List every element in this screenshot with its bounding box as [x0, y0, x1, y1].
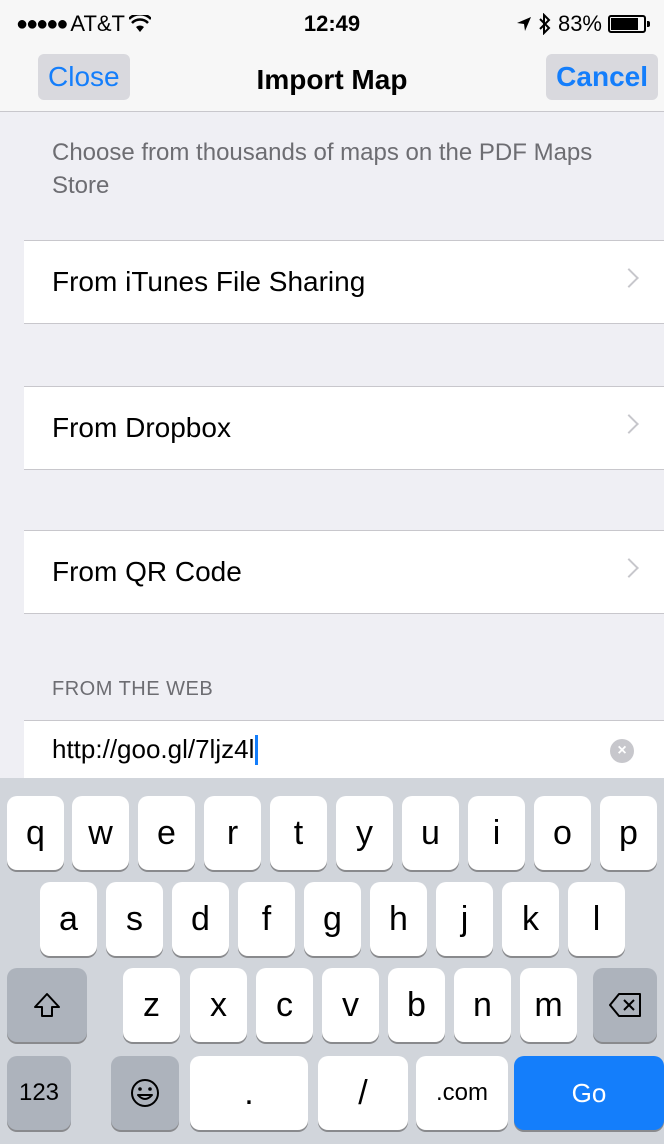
shift-key[interactable]	[7, 968, 87, 1042]
key-o[interactable]: o	[534, 796, 591, 870]
key-u[interactable]: u	[402, 796, 459, 870]
key-k[interactable]: k	[502, 882, 559, 956]
key-l[interactable]: l	[568, 882, 625, 956]
key-g[interactable]: g	[304, 882, 361, 956]
key-i[interactable]: i	[468, 796, 525, 870]
key-q[interactable]: q	[7, 796, 64, 870]
key-m[interactable]: m	[520, 968, 577, 1042]
key-z[interactable]: z	[123, 968, 180, 1042]
itunes-file-sharing-row[interactable]: From iTunes File Sharing	[24, 240, 664, 324]
status-right: 83%	[516, 11, 650, 37]
navigation-bar: Close Import Map Cancel	[0, 44, 664, 112]
row-label: From Dropbox	[52, 412, 231, 443]
key-b[interactable]: b	[388, 968, 445, 1042]
delete-key[interactable]	[593, 968, 657, 1042]
key-s[interactable]: s	[106, 882, 163, 956]
keyboard: q w e r t y u i o p a s d f g h j k l z …	[0, 778, 664, 1144]
web-section-header: FROM THE WEB	[52, 678, 214, 700]
slash-key[interactable]: /	[318, 1056, 408, 1130]
key-p[interactable]: p	[600, 796, 657, 870]
clear-circle-icon[interactable]: ×	[610, 739, 634, 763]
dropbox-row[interactable]: From Dropbox	[24, 386, 664, 470]
url-input[interactable]: http://goo.gl/7ljz4l	[52, 734, 254, 765]
key-a[interactable]: a	[40, 882, 97, 956]
cancel-button[interactable]: Cancel	[546, 54, 658, 100]
key-n[interactable]: n	[454, 968, 511, 1042]
qr-code-row[interactable]: From QR Code	[24, 530, 664, 614]
location-arrow-icon	[516, 17, 531, 31]
key-x[interactable]: x	[190, 968, 247, 1042]
row-label: From iTunes File Sharing	[52, 266, 366, 297]
key-y[interactable]: y	[336, 796, 393, 870]
key-d[interactable]: d	[172, 882, 229, 956]
key-c[interactable]: c	[256, 968, 313, 1042]
battery-icon	[608, 15, 650, 33]
emoji-icon	[131, 1079, 159, 1107]
key-e[interactable]: e	[138, 796, 195, 870]
key-h[interactable]: h	[370, 882, 427, 956]
row-label: From QR Code	[52, 556, 242, 587]
key-t[interactable]: t	[270, 796, 327, 870]
key-j[interactable]: j	[436, 882, 493, 956]
chevron-right-icon	[619, 558, 639, 578]
text-cursor	[255, 734, 259, 765]
key-v[interactable]: v	[322, 968, 379, 1042]
go-button[interactable]: Go	[514, 1056, 664, 1130]
dotcom-key[interactable]: .com	[416, 1056, 508, 1130]
delete-icon	[609, 993, 641, 1017]
store-note[interactable]: Choose from thousands of maps on the PDF…	[52, 136, 612, 202]
battery-percent: 83%	[557, 11, 602, 36]
emoji-key[interactable]	[111, 1056, 179, 1130]
period-key[interactable]: .	[190, 1056, 308, 1130]
numbers-key[interactable]: 123	[7, 1056, 71, 1130]
battery-fill	[611, 18, 638, 30]
bluetooth-icon	[539, 13, 551, 35]
chevron-right-icon	[619, 268, 639, 288]
status-bar: ●●●●● AT&T 12:49 83%	[0, 0, 664, 44]
key-w[interactable]: w	[72, 796, 129, 870]
key-r[interactable]: r	[204, 796, 261, 870]
shift-icon	[34, 993, 60, 1017]
url-field[interactable]: http://goo.gl/7ljz4l ×	[24, 720, 664, 778]
chevron-right-icon	[619, 414, 639, 434]
key-f[interactable]: f	[238, 882, 295, 956]
